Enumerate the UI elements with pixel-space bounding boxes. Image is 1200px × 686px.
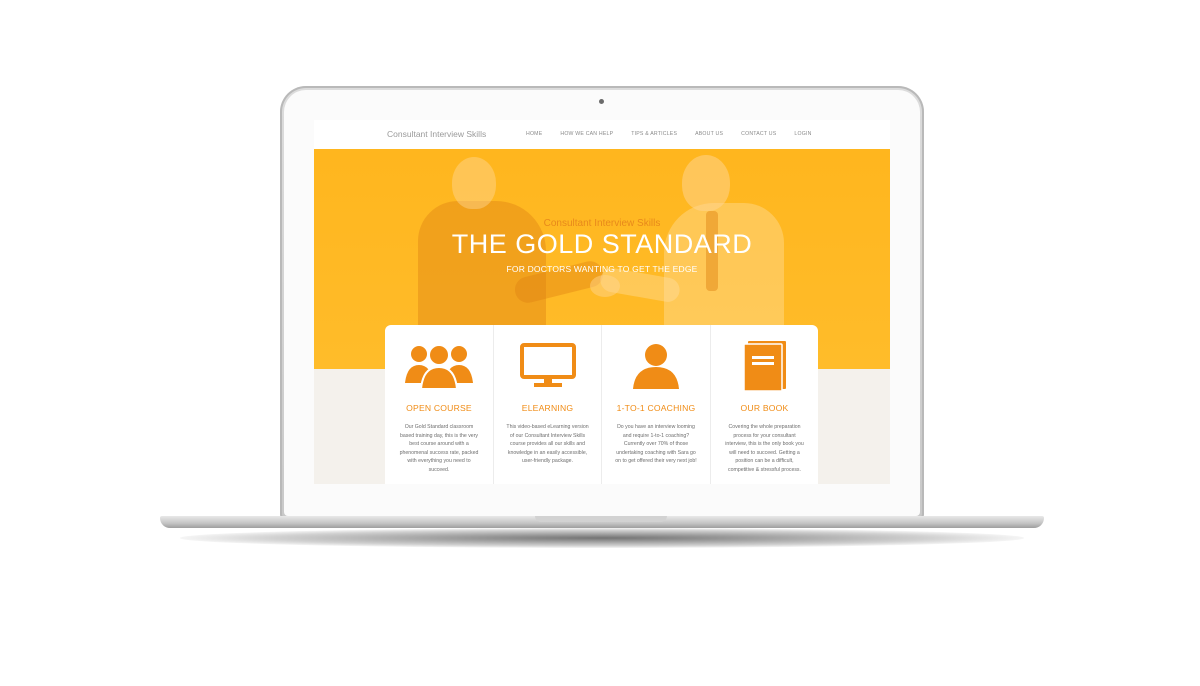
nav-tips-articles[interactable]: TIPS & ARTICLES (631, 131, 677, 137)
feature-text: Covering the whole preparation process f… (725, 424, 804, 473)
nav-how-we-can-help[interactable]: HOW WE CAN HELP (560, 131, 613, 137)
website-screen: Consultant Interview Skills HOME HOW WE … (314, 120, 890, 484)
navbar: Consultant Interview Skills HOME HOW WE … (314, 120, 890, 149)
feature-text: This video-based eLearning version of ou… (506, 424, 589, 465)
group-icon (385, 341, 493, 391)
hero-photo-handshake (590, 275, 620, 297)
hero-photo-head-left (452, 157, 496, 209)
laptop-shadow (180, 528, 1024, 548)
feature-text: Our Gold Standard classroom based traini… (399, 424, 479, 473)
feature-card-open-course[interactable]: OPEN COURSE Our Gold Standard classroom … (385, 325, 494, 484)
brand-logo[interactable]: Consultant Interview Skills (387, 129, 486, 139)
book-icon (711, 341, 819, 392)
feature-card-our-book[interactable]: OUR BOOK Covering the whole preparation … (711, 325, 819, 484)
nav-links: HOME HOW WE CAN HELP TIPS & ARTICLES ABO… (526, 131, 830, 137)
feature-card-coaching[interactable]: 1-TO-1 COACHING Do you have an interview… (602, 325, 711, 484)
hero-photo-head-right (682, 155, 730, 211)
hero-tagline: FOR DOCTORS WANTING TO GET THE EDGE (506, 264, 698, 274)
hero-subtitle: Consultant Interview Skills (543, 218, 661, 229)
feature-text: Do you have an interview looming and req… (615, 424, 697, 465)
nav-contact-us[interactable]: CONTACT US (741, 131, 776, 137)
person-icon (602, 341, 710, 391)
stage: Consultant Interview Skills HOME HOW WE … (0, 0, 1200, 686)
camera-icon (599, 99, 604, 104)
feature-title: ELEARNING (521, 403, 574, 413)
feature-card-elearning[interactable]: ELEARNING This video-based eLearning ver… (494, 325, 602, 484)
laptop-notch (535, 516, 667, 522)
feature-title: 1-TO-1 COACHING (616, 403, 696, 413)
nav-about-us[interactable]: ABOUT US (695, 131, 723, 137)
feature-title: OUR BOOK (740, 403, 789, 413)
monitor-icon (494, 341, 602, 391)
feature-title: OPEN COURSE (406, 403, 472, 413)
nav-home[interactable]: HOME (526, 131, 542, 137)
nav-login[interactable]: LOGIN (794, 131, 811, 137)
feature-cards: OPEN COURSE Our Gold Standard classroom … (385, 325, 818, 484)
hero-title: THE GOLD STANDARD (451, 229, 753, 259)
